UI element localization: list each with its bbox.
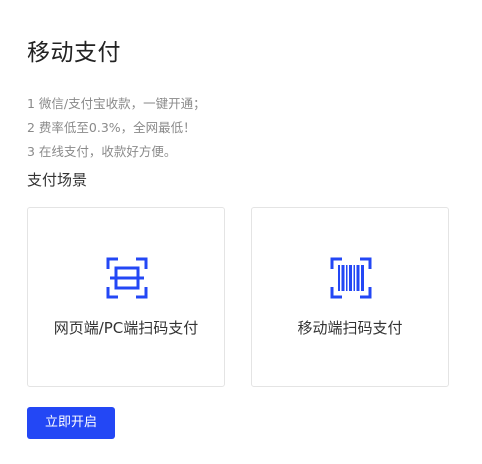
feature-line: 1 微信/支付宝收款，一键开通； [27,96,206,111]
mobile-payment-page: 移动支付 1 微信/支付宝收款，一键开通； 2 费率低至0.3%，全网最低！ 3… [0,0,482,464]
open-now-button[interactable]: 立即开启 [27,407,115,439]
qr-scan-icon [106,257,148,299]
feature-line: 2 费率低至0.3%，全网最低！ [27,120,196,135]
feature-description: 1 微信/支付宝收款，一键开通； 2 费率低至0.3%，全网最低！ 3 在线支付… [27,92,206,164]
web-pc-scan-pay-card[interactable]: 网页端/PC端扫码支付 [27,207,225,387]
mobile-scan-pay-card[interactable]: 移动端扫码支付 [251,207,449,387]
page-title: 移动支付 [27,40,121,66]
barcode-scan-icon [330,257,372,299]
card-label: 网页端/PC端扫码支付 [53,319,199,337]
feature-line: 3 在线支付，收款好方便。 [27,144,177,159]
section-title: 支付场景 [27,171,88,189]
card-label: 移动端扫码支付 [297,319,403,337]
